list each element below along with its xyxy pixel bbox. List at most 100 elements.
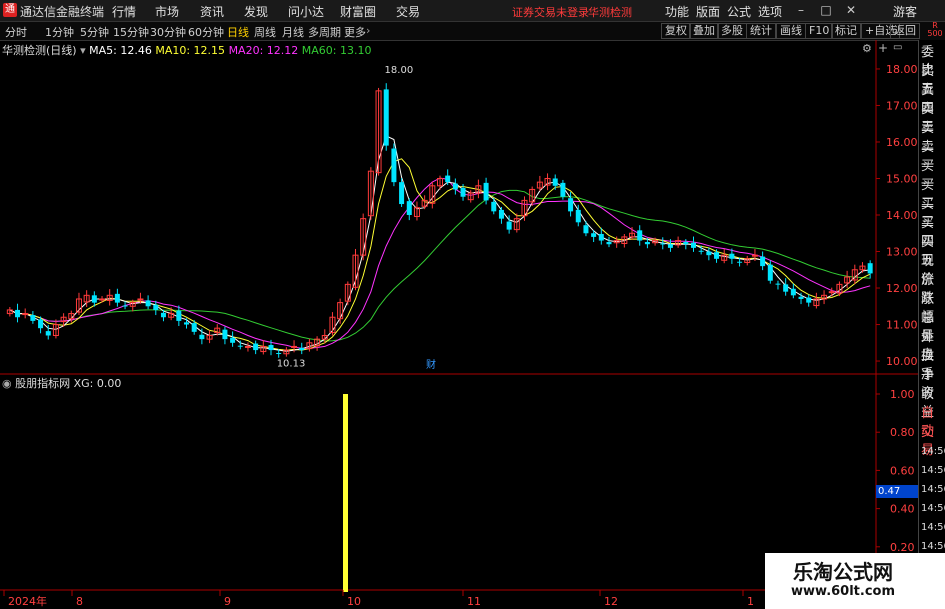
- plus-icon[interactable]: +: [878, 41, 888, 55]
- quote-panel-label: 14:56: [921, 522, 945, 533]
- candle-body: [560, 182, 566, 197]
- candle-body: [291, 345, 298, 348]
- menu-item-options[interactable]: 选项: [758, 3, 782, 20]
- candle-body: [191, 323, 197, 332]
- toolbar-multistock-button[interactable]: 多股: [717, 23, 747, 39]
- menu-item-wealth[interactable]: 财富圈: [340, 3, 376, 20]
- candle-body: [729, 253, 735, 259]
- more-chevron-icon[interactable]: ›: [366, 24, 370, 37]
- menu-item-discover[interactable]: 发现: [244, 3, 268, 20]
- collapse-icon[interactable]: ▭: [893, 42, 902, 53]
- tab-multi-period[interactable]: 多周期: [308, 24, 341, 40]
- candle-body: [583, 225, 589, 234]
- toolbar-back-button[interactable]: 返回: [890, 23, 920, 39]
- toolbar-stats-button[interactable]: 统计: [746, 23, 776, 39]
- candle-body: [406, 201, 412, 215]
- close-icon[interactable]: ✕: [843, 2, 859, 18]
- user-guest[interactable]: 游客: [893, 3, 917, 20]
- ma60-label: MA60: 13.10: [301, 44, 372, 57]
- candle-body: [38, 319, 44, 329]
- toolbar-mark-button[interactable]: 标记: [831, 23, 861, 39]
- candle-body: [184, 322, 190, 325]
- tab-15min[interactable]: 15分钟: [113, 24, 149, 40]
- legend-dropdown-icon[interactable]: ▾: [80, 44, 86, 57]
- toolbar-f10-button[interactable]: F10: [805, 23, 834, 39]
- menu-item-news[interactable]: 资讯: [200, 3, 224, 20]
- candle-body: [299, 347, 305, 351]
- gear-icon[interactable]: ⚙: [862, 42, 872, 55]
- quote-panel: 委比 卖五 卖四 卖三 卖二 卖一 买一 买二 买三 买四 买五 现价 涨跌 涨幅 总量 外盘 换手 净资 收益 自动…: [918, 40, 945, 609]
- candle-body: [176, 310, 182, 321]
- high-price-label: 18.00: [385, 65, 414, 76]
- candle-body: [199, 334, 205, 340]
- candle-body: [15, 309, 21, 318]
- toolbar-overlay-button[interactable]: 叠加: [689, 23, 719, 39]
- tab-60min[interactable]: 60分钟: [188, 24, 224, 40]
- indicator-tick-label: 0.80: [890, 426, 915, 439]
- tab-more[interactable]: 更多: [344, 24, 366, 40]
- price-annotations: 18.00 10.13 财: [277, 65, 436, 371]
- candle-body: [660, 243, 666, 245]
- price-tick-label: 12.00: [886, 282, 918, 295]
- price-axis: 18.00 17.00 16.00 15.00 14.00 13.00 12.00 11.00…: [876, 63, 918, 368]
- candle-body: [552, 178, 558, 186]
- menu-item-trade[interactable]: 交易: [396, 3, 420, 20]
- menu-item-markets[interactable]: 市场: [155, 3, 179, 20]
- ma10-label: MA10: 12.15: [155, 44, 226, 57]
- date-tick-label: 12: [604, 595, 618, 608]
- moving-average-lines: [9, 135, 871, 352]
- candle-body: [137, 298, 144, 301]
- date-tick-label: 10: [347, 595, 361, 608]
- date-tick-label: 1: [747, 595, 754, 608]
- tab-daily[interactable]: 日线: [227, 24, 249, 40]
- candle-body: [460, 187, 466, 197]
- candle-body: [867, 263, 873, 274]
- candle-body: [452, 183, 458, 190]
- menu-item-layout[interactable]: 版面: [696, 3, 720, 20]
- maximize-icon[interactable]: □: [818, 2, 834, 18]
- date-tick-label: 9: [224, 595, 231, 608]
- candle-body: [99, 298, 106, 301]
- toolbar-adjust-button[interactable]: 复权: [661, 23, 691, 39]
- main-chart-legend: 华测检测(日线) ▾ MA5: 12.46 MA10: 12.15 MA20: …: [2, 42, 372, 58]
- candle-body: [383, 89, 389, 146]
- price-tick-label: 17.00: [886, 99, 918, 112]
- stock-tag[interactable]: 华测检测: [588, 4, 632, 20]
- candle-body: [244, 345, 251, 348]
- tab-weekly[interactable]: 周线: [254, 24, 276, 40]
- indicator-name[interactable]: 股朋指标网: [15, 377, 70, 390]
- candle-body: [767, 264, 773, 281]
- menu-item-function[interactable]: 功能: [665, 3, 689, 20]
- tab-1min[interactable]: 1分钟: [45, 24, 74, 40]
- indicator-tick-label: 0.60: [890, 464, 915, 477]
- price-tick-label: 11.00: [886, 319, 918, 332]
- candle-body: [598, 233, 604, 241]
- stock-name-label[interactable]: 华测检测(日线): [2, 44, 77, 57]
- sub-legend-dropdown-icon[interactable]: ◉: [2, 377, 12, 390]
- tab-5min[interactable]: 5分钟: [80, 24, 109, 40]
- candle-body: [268, 344, 274, 351]
- price-tick-label: 13.00: [886, 246, 918, 259]
- app-logo-icon: 通: [3, 3, 17, 17]
- corner-line2: 500: [927, 29, 943, 38]
- candle-body: [230, 337, 236, 343]
- tab-30min[interactable]: 30分钟: [150, 24, 186, 40]
- tab-timeshare[interactable]: 分时: [5, 24, 27, 40]
- menu-item-formula[interactable]: 公式: [727, 3, 751, 20]
- menu-item-market[interactable]: 行情: [112, 3, 136, 20]
- candle-body: [760, 256, 766, 267]
- quote-panel-label: 14:56: [921, 503, 945, 514]
- candle-body: [568, 198, 574, 212]
- tab-monthly[interactable]: 月线: [282, 24, 304, 40]
- date-tick-label: 11: [467, 595, 481, 608]
- minimize-icon[interactable]: –: [793, 2, 809, 18]
- trade-login-warning[interactable]: 证券交易未登录: [512, 4, 589, 20]
- chart-area[interactable]: 18.00 10.13 财 18.00 17.00 16.00 15.00 14.00 13.…: [0, 40, 918, 609]
- candle-body: [706, 251, 712, 256]
- menu-item-ask[interactable]: 问小达: [288, 3, 324, 20]
- candle-body: [237, 345, 243, 347]
- candle-body: [391, 148, 397, 183]
- candle-body: [122, 305, 128, 307]
- indicator-tick-label: 0.20: [890, 541, 915, 554]
- toolbar-draw-button[interactable]: 画线: [776, 23, 806, 39]
